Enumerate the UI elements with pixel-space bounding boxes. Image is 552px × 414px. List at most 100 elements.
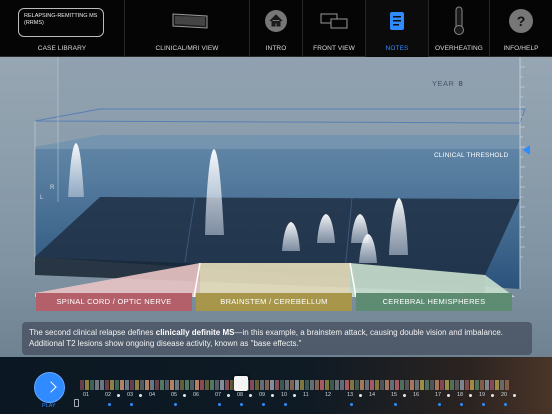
timeline-cell bbox=[180, 380, 184, 390]
timeline-cell bbox=[475, 380, 479, 390]
timeline-event-dot bbox=[174, 403, 177, 406]
region-cerebral-hemispheres[interactable]: CEREBRAL HEMISPHERES bbox=[356, 293, 512, 311]
timeline-cell bbox=[360, 380, 364, 390]
timeline-year-label[interactable]: 07 bbox=[215, 392, 221, 398]
timeline-cell bbox=[110, 380, 114, 390]
mri-view-icon bbox=[172, 13, 208, 29]
timeline-bar: PLAY 01 02 03 04 05 06 07 08 09 10 11 12 13 14 15 16 17 1… bbox=[0, 357, 552, 414]
timeline-cell bbox=[140, 380, 144, 390]
timeline-cell bbox=[275, 380, 279, 390]
timeline-cell bbox=[440, 380, 444, 390]
clinical-threshold-label: CLINICAL THRESHOLD bbox=[434, 152, 509, 159]
region-brainstem-cerebellum[interactable]: BRAINSTEM / CEREBELLUM bbox=[196, 293, 352, 311]
timeline-cell bbox=[425, 380, 429, 390]
timeline-cell bbox=[490, 380, 494, 390]
timeline-cell bbox=[80, 380, 84, 390]
timeline-cell bbox=[400, 380, 404, 390]
timeline-cell bbox=[195, 380, 199, 390]
front-view-label: FRONT VIEW bbox=[313, 45, 355, 52]
info-help-tab[interactable]: ? INFO/HELP bbox=[490, 0, 552, 57]
notes-icon bbox=[390, 12, 404, 30]
thermometer-icon bbox=[454, 6, 464, 35]
timeline-year-label[interactable]: 19 bbox=[479, 392, 485, 398]
timeline-cell bbox=[310, 380, 314, 390]
timeline-event-dot bbox=[240, 403, 243, 406]
timeline-cell bbox=[135, 380, 139, 390]
region-spinal-cord-optic-nerve[interactable]: SPINAL CORD / OPTIC NERVE bbox=[36, 293, 192, 311]
timeline-cell bbox=[500, 380, 504, 390]
intro-tab[interactable]: INTRO bbox=[250, 0, 302, 57]
timeline-year-label[interactable]: 06 bbox=[193, 392, 199, 398]
timeline-year-label[interactable]: 13 bbox=[347, 392, 353, 398]
timeline-event-dot bbox=[359, 394, 362, 397]
case-title-box[interactable]: RELAPSING-REMITTING MS (RRMS) bbox=[18, 8, 104, 37]
timeline-cell bbox=[365, 380, 369, 390]
timeline-cell bbox=[225, 380, 229, 390]
clinical-mri-view-tab[interactable]: CLINICAL/MRI VIEW bbox=[125, 0, 249, 57]
timeline-year-label[interactable]: 18 bbox=[457, 392, 463, 398]
timeline-cell bbox=[495, 380, 499, 390]
timeline-cell bbox=[255, 380, 259, 390]
timeline-track[interactable] bbox=[80, 380, 512, 390]
timeline-cell bbox=[330, 380, 334, 390]
play-button[interactable] bbox=[34, 372, 65, 403]
timeline-cell bbox=[420, 380, 424, 390]
timeline-year-label[interactable]: 01 bbox=[83, 392, 89, 398]
timeline-year-label[interactable]: 08 bbox=[237, 392, 243, 398]
intro-label: INTRO bbox=[265, 45, 287, 52]
timeline-event-dot bbox=[513, 394, 516, 397]
timeline-cell bbox=[460, 380, 464, 390]
timeline-cell bbox=[450, 380, 454, 390]
timeline-cell bbox=[130, 380, 134, 390]
threshold-marker-icon[interactable] bbox=[523, 145, 530, 155]
timeline-year-label[interactable]: 17 bbox=[435, 392, 441, 398]
timeline-event-dot bbox=[460, 403, 463, 406]
timeline-cell bbox=[280, 380, 284, 390]
timeline-cell bbox=[435, 380, 439, 390]
front-view-tab[interactable]: FRONT VIEW bbox=[303, 0, 365, 57]
timeline-year-label[interactable]: 14 bbox=[369, 392, 375, 398]
timeline-cell bbox=[170, 380, 174, 390]
case-library-tab[interactable]: RELAPSING-REMITTING MS (RRMS) CASE LIBRA… bbox=[0, 0, 124, 57]
overheating-tab[interactable]: OVERHEATING bbox=[429, 0, 489, 57]
timeline-year-label[interactable]: 10 bbox=[281, 392, 287, 398]
timeline-year-label[interactable]: 05 bbox=[171, 392, 177, 398]
timeline-cell bbox=[95, 380, 99, 390]
timeline-year-label[interactable]: 03 bbox=[127, 392, 133, 398]
case-library-label: CASE LIBRARY bbox=[37, 45, 87, 52]
timeline-year-label[interactable]: 16 bbox=[413, 392, 419, 398]
timeline-cell bbox=[325, 380, 329, 390]
timeline-cell bbox=[335, 380, 339, 390]
timeline-cell bbox=[160, 380, 164, 390]
timeline-cell bbox=[265, 380, 269, 390]
timeline-scrubber[interactable] bbox=[234, 376, 248, 391]
timeline-event-dot bbox=[447, 394, 450, 397]
timeline-cell bbox=[480, 380, 484, 390]
timeline-cell bbox=[485, 380, 489, 390]
timeline-event-dot bbox=[227, 394, 230, 397]
timeline-cell bbox=[285, 380, 289, 390]
timeline-cell bbox=[175, 380, 179, 390]
timeline-year-label[interactable]: 12 bbox=[325, 392, 331, 398]
timeline-cell bbox=[200, 380, 204, 390]
notes-label: NOTES bbox=[385, 45, 409, 52]
timeline-year-label[interactable]: 04 bbox=[149, 392, 155, 398]
timeline-year-label[interactable]: 15 bbox=[391, 392, 397, 398]
timeline-year-label[interactable]: 02 bbox=[105, 392, 111, 398]
overheating-label: OVERHEATING bbox=[435, 45, 483, 52]
timeline-cell bbox=[375, 380, 379, 390]
note-text-bold: clinically definite MS bbox=[155, 328, 235, 337]
timeline-year-label[interactable]: 20 bbox=[501, 392, 507, 398]
timeline-year-label[interactable]: 09 bbox=[259, 392, 265, 398]
timeline-cell bbox=[315, 380, 319, 390]
timeline-event-dot bbox=[293, 394, 296, 397]
notes-tab[interactable]: NOTES bbox=[366, 0, 428, 57]
timeline-cell bbox=[395, 380, 399, 390]
timeline-cell bbox=[120, 380, 124, 390]
timeline-cell bbox=[380, 380, 384, 390]
timeline-cell bbox=[415, 380, 419, 390]
timeline-year-label[interactable]: 11 bbox=[303, 392, 309, 398]
home-icon bbox=[265, 10, 287, 32]
device-icon[interactable] bbox=[74, 399, 79, 407]
timeline-cell bbox=[190, 380, 194, 390]
